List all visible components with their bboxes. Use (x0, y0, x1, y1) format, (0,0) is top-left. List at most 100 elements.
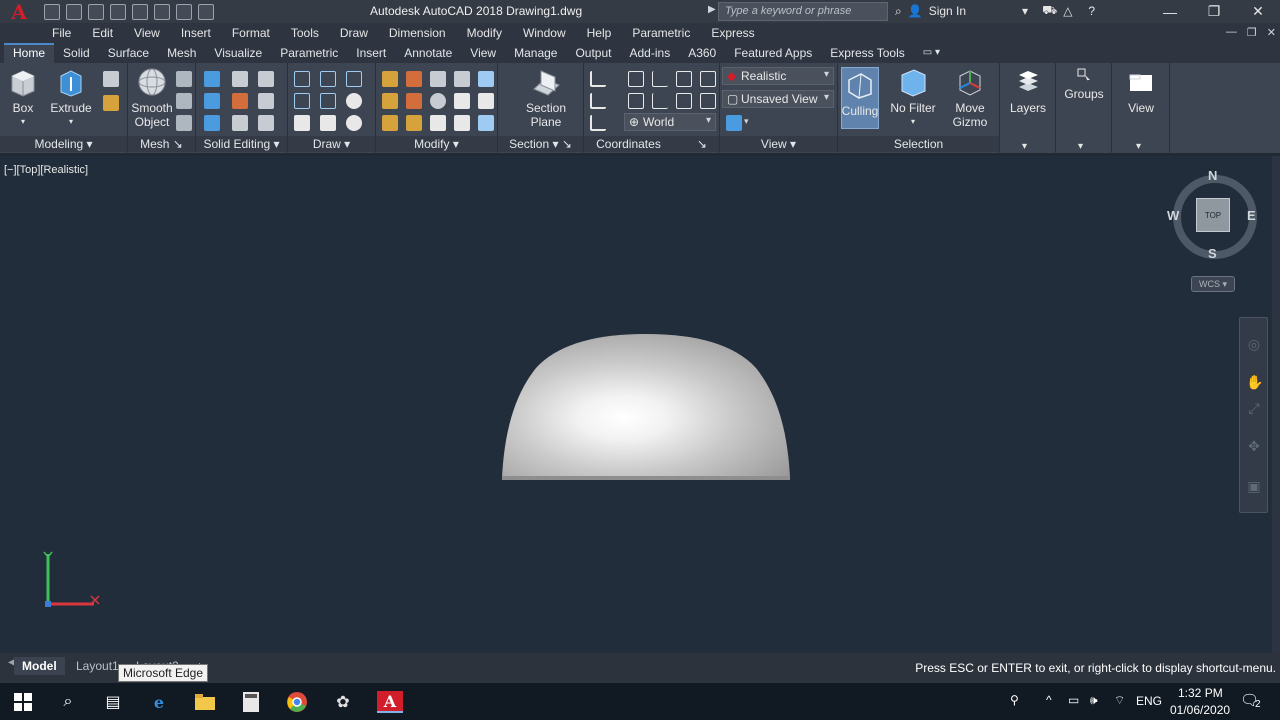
chrome-icon[interactable] (286, 691, 308, 713)
groups-button[interactable]: Groups (1062, 67, 1106, 101)
ucs-origin-icon[interactable] (652, 71, 668, 87)
chamfer-icon[interactable] (478, 93, 494, 109)
grid-array-icon[interactable] (478, 115, 494, 131)
pencil-icon[interactable] (382, 115, 398, 131)
layers-button[interactable]: Layers (1008, 67, 1048, 115)
menu-modify[interactable]: Modify (467, 26, 502, 40)
search-expand-icon[interactable]: ▶ (708, 4, 716, 15)
maximize-icon[interactable]: ❐ (1192, 0, 1236, 23)
zoom-icon[interactable]: ⤢ (1246, 400, 1262, 416)
chevron-down-icon[interactable]: ▾ (744, 116, 749, 127)
tab-surface[interactable]: Surface (99, 43, 158, 63)
move-icon[interactable] (430, 71, 446, 87)
viewcube-top-face[interactable]: TOP (1196, 198, 1230, 232)
ellipse-icon[interactable] (346, 115, 362, 131)
menu-help[interactable]: Help (587, 26, 612, 40)
redo-icon[interactable] (176, 3, 192, 20)
menu-draw[interactable]: Draw (340, 26, 368, 40)
qat-dropdown-icon[interactable] (198, 3, 214, 20)
file-explorer-icon[interactable] (194, 691, 216, 713)
calculator-icon[interactable] (240, 691, 262, 713)
tab-output[interactable]: Output (566, 43, 620, 63)
ucs-y-icon[interactable] (652, 93, 668, 109)
ucs-icon[interactable] (590, 71, 606, 87)
help-icon[interactable]: ? (1088, 4, 1095, 18)
union-icon[interactable] (204, 71, 220, 87)
polyline-icon[interactable] (320, 71, 336, 87)
tab-manage[interactable]: Manage (505, 43, 566, 63)
break-icon[interactable] (478, 71, 494, 87)
intersect-icon[interactable] (204, 115, 220, 131)
ucs-named-icon[interactable] (590, 115, 606, 131)
trim-icon[interactable] (382, 71, 398, 87)
tab-a360[interactable]: A360 (679, 43, 725, 63)
ucs-view-icon[interactable] (628, 71, 644, 87)
menu-dimension[interactable]: Dimension (389, 26, 446, 40)
thicken-icon[interactable] (232, 115, 248, 131)
battery-icon[interactable]: ▭ (1068, 693, 1079, 707)
no-filter-button[interactable]: No Filter ▾ (888, 67, 938, 129)
windows-start-icon[interactable] (12, 691, 34, 713)
ucs-world-icon[interactable] (590, 93, 606, 109)
volume-icon[interactable]: 🕪 (1090, 693, 1098, 708)
autocad-taskbar-icon[interactable]: A (377, 691, 403, 713)
tab-annotate[interactable]: Annotate (395, 43, 461, 63)
ribbon-minimize-icon[interactable]: ▭ ▾ (914, 43, 949, 63)
viewport-controls-label[interactable]: [−][Top][Realistic] (4, 164, 88, 176)
rectangle-icon[interactable] (320, 115, 336, 131)
compass-north[interactable]: N (1208, 168, 1217, 183)
view-button[interactable]: View (1120, 67, 1162, 115)
visual-style-combo[interactable]: ◆ Realistic (722, 67, 834, 85)
fillet-icon[interactable] (382, 93, 398, 109)
open-file-icon[interactable] (66, 3, 82, 20)
panel-title-selection[interactable]: Selection (838, 136, 999, 152)
ucs-combo[interactable]: ⊕ World (624, 113, 716, 131)
tab-featured-apps[interactable]: Featured Apps (725, 43, 821, 63)
minimize-icon[interactable]: — (1148, 0, 1192, 23)
show-hidden-icons[interactable]: ^ (1046, 693, 1052, 707)
chevron-down-icon[interactable]: ▾ (1022, 4, 1028, 18)
move-gizmo-button[interactable]: Move Gizmo (948, 67, 992, 129)
menu-view[interactable]: View (134, 26, 160, 40)
mesh-smooth-less-icon[interactable] (176, 93, 192, 109)
section-plane-button[interactable]: Section Plane (520, 67, 572, 129)
tab-solid[interactable]: Solid (54, 43, 99, 63)
ucs-x-icon[interactable] (628, 93, 644, 109)
culling-button[interactable]: Culling (841, 67, 879, 129)
chevron-down-icon[interactable]: ▾ (1022, 141, 1027, 152)
panel-title-section[interactable]: Section ▾ ↘ (498, 136, 583, 152)
menu-window[interactable]: Window (523, 26, 566, 40)
compass-south[interactable]: S (1208, 246, 1217, 261)
panel-title-solid-editing[interactable]: Solid Editing ▾ (196, 136, 287, 152)
align-icon[interactable] (454, 115, 470, 131)
showmotion-icon[interactable]: ▣ (1246, 478, 1262, 494)
app-icon[interactable]: ✿ (332, 691, 354, 713)
menu-parametric[interactable]: Parametric (632, 26, 690, 40)
slice-icon[interactable] (232, 93, 248, 109)
new-file-icon[interactable] (44, 3, 60, 20)
a360-icon[interactable]: △ (1063, 4, 1072, 18)
language-indicator[interactable]: ENG (1136, 694, 1162, 708)
spline-icon[interactable] (294, 93, 310, 109)
chevron-down-icon[interactable]: ▾ (1136, 141, 1141, 152)
panel-title-modeling[interactable]: Modeling ▾ (0, 136, 127, 152)
box-button[interactable]: Box ▾ (6, 67, 40, 129)
offset-icon[interactable] (430, 93, 446, 109)
polygon-icon[interactable] (294, 115, 310, 131)
orbit-icon[interactable]: ✥ (1246, 438, 1262, 454)
panel-title-coordinates[interactable]: Coordinates ↘ (584, 136, 719, 152)
task-view-icon[interactable]: ▤ (102, 691, 124, 713)
print-icon[interactable] (132, 3, 148, 20)
smooth-object-button[interactable]: Smooth Object (130, 67, 174, 129)
clock-date[interactable]: 01/06/2020 (1170, 703, 1230, 717)
edge-icon[interactable]: e (148, 691, 170, 713)
named-view-combo[interactable]: ▢ Unsaved View (722, 90, 834, 108)
viewport-scrollbar[interactable] (1272, 156, 1280, 653)
save-icon[interactable] (88, 3, 104, 20)
menu-insert[interactable]: Insert (181, 26, 211, 40)
circle-icon[interactable] (346, 93, 362, 109)
separate-icon[interactable] (258, 93, 274, 109)
mesh-smooth-more-icon[interactable] (176, 71, 192, 87)
menu-file[interactable]: File (52, 26, 71, 40)
cart-icon[interactable]: ⛟ (1042, 3, 1057, 19)
